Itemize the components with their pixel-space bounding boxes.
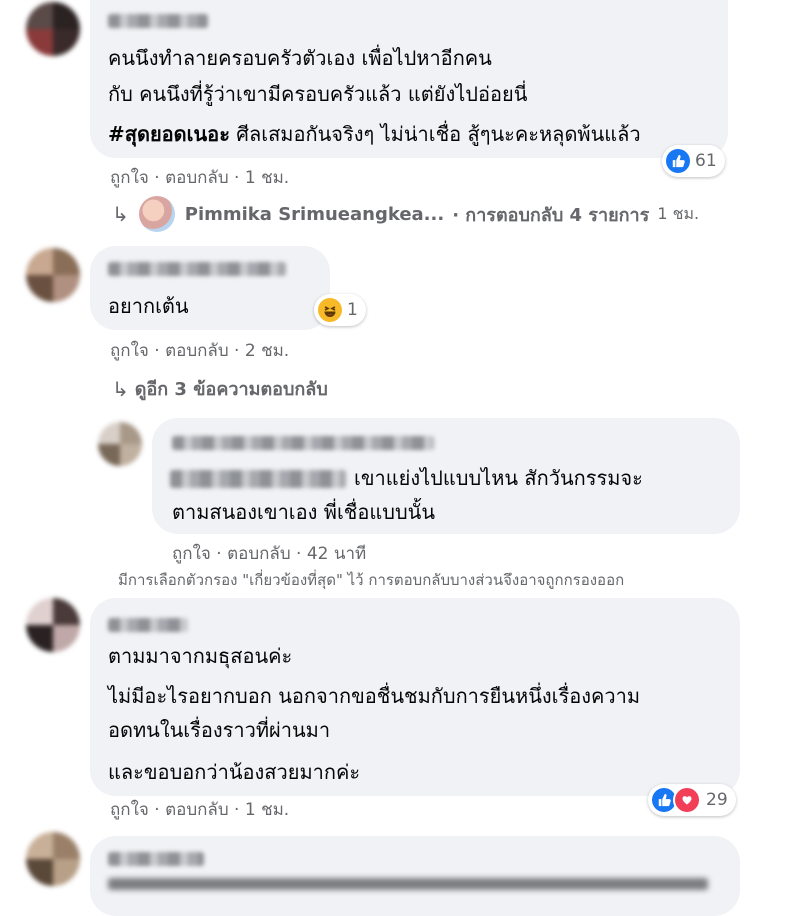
comment-timestamp[interactable]: 1 ชม. [245,800,289,820]
avatar[interactable] [26,598,80,652]
like-link[interactable]: ถูกใจ [110,800,149,820]
comment-actions: ถูกใจ · ตอบกลับ · 2 ชม. [110,341,290,361]
comment-text-line: และขอบอกว่าน้องสวยมากค่ะ [108,760,361,784]
avatar[interactable] [26,2,80,56]
reply-text-line: ตามสนองเขาเอง พี่เชื่อแบบนั้น [172,500,435,524]
comment-text-line: อดทนในเรื่องราวที่ผ่านมา [108,718,331,742]
comment-actions: ถูกใจ · ตอบกลับ · 1 ชม. [110,800,290,820]
comment-actions: ถูกใจ · ตอบกลับ · 1 ชม. [110,168,290,188]
reply-link[interactable]: ตอบกลับ [165,168,229,188]
comment-text-line: กับ คนนึงที่รู้ว่าเขามีครอบครัวแล้ว แต่ย… [108,82,528,106]
reply-link[interactable]: ตอบกลับ [165,800,229,820]
reaction-count: 61 [695,151,717,171]
reaction-count-badge[interactable]: 61 [662,145,725,177]
comment-text-rest: ศีลเสมอกันจริงๆ ไม่น่าเชื่อ สู้ๆนะคะหลุด… [229,122,641,146]
reaction-count-badge[interactable]: 1 [314,294,366,326]
comment-timestamp[interactable]: 42 นาที [307,544,366,564]
comment-timestamp[interactable]: 1 ชม. [245,168,289,188]
thumbs-up-icon [666,149,690,173]
reaction-count: 1 [347,300,358,320]
replier-avatar [138,196,175,232]
commenter-name-blurred[interactable] [108,14,208,28]
comment-text-line: คนนึงทำลายครอบครัวตัวเอง เพื่อไปหาอีกคน [108,46,492,70]
commenter-name-blurred[interactable] [108,262,286,276]
reply-text-line: เขาแย่งไปแบบไหน สักวันกรรมจะ [354,466,643,490]
comment-text-cutoff [108,878,708,890]
reply-arrow-icon: ↳ [112,202,129,226]
reply-arrow-icon: ↳ [112,376,129,401]
heart-icon [673,786,701,814]
comment-text: อยากเต้น [108,294,189,318]
reply-link[interactable]: ตอบกลับ [227,544,291,564]
reply-link[interactable]: ตอบกลับ [165,341,229,361]
avatar[interactable] [98,422,142,466]
like-link[interactable]: ถูกใจ [110,341,149,361]
laughing-face-icon [318,298,342,322]
reply-preview-row[interactable]: ↳ Pimmika Srimueangkea... · การตอบกลับ 4… [112,196,699,232]
commenter-name-blurred[interactable] [172,436,434,450]
commenter-name-blurred[interactable] [108,618,188,632]
comment-bubble [90,836,740,916]
hashtag-link[interactable]: #สุดยอดเนอะ [108,122,230,146]
comment-timestamp[interactable]: 2 ชม. [245,341,289,361]
reply-preview-time: 1 ชม. [657,203,700,223]
avatar[interactable] [26,832,80,886]
reaction-count-badge[interactable]: 29 [648,784,736,816]
reaction-count: 29 [706,790,728,810]
reply-actions: ถูกใจ · ตอบกลับ · 42 นาที [172,544,367,564]
comment-text-line: ตามมาจากมธุสอนค่ะ [108,644,293,668]
mentioned-name-blurred[interactable] [170,470,346,488]
like-link[interactable]: ถูกใจ [110,168,149,188]
view-more-replies[interactable]: ↳ ดูอีก 3 ข้อความตอบกลับ [112,374,328,403]
like-link[interactable]: ถูกใจ [172,544,211,564]
comment-text-line: #สุดยอดเนอะ ศีลเสมอกันจริงๆ ไม่น่าเชื่อ … [108,116,641,152]
comment-text-line: ไม่มีอะไรอยากบอก นอกจากขอชื่นชมกับการยืน… [108,684,641,708]
avatar[interactable] [26,248,80,302]
view-more-replies-label[interactable]: ดูอีก 3 ข้อความตอบกลับ [135,374,328,403]
reply-count-summary[interactable]: · การตอบกลับ 4 รายการ [452,200,649,229]
replier-name[interactable]: Pimmika Srimueangkea... [185,204,444,225]
commenter-name-blurred[interactable] [108,852,204,866]
filter-notice: มีการเลือกตัวกรอง "เกี่ยวข้องที่สุด" ไว้… [118,571,625,589]
